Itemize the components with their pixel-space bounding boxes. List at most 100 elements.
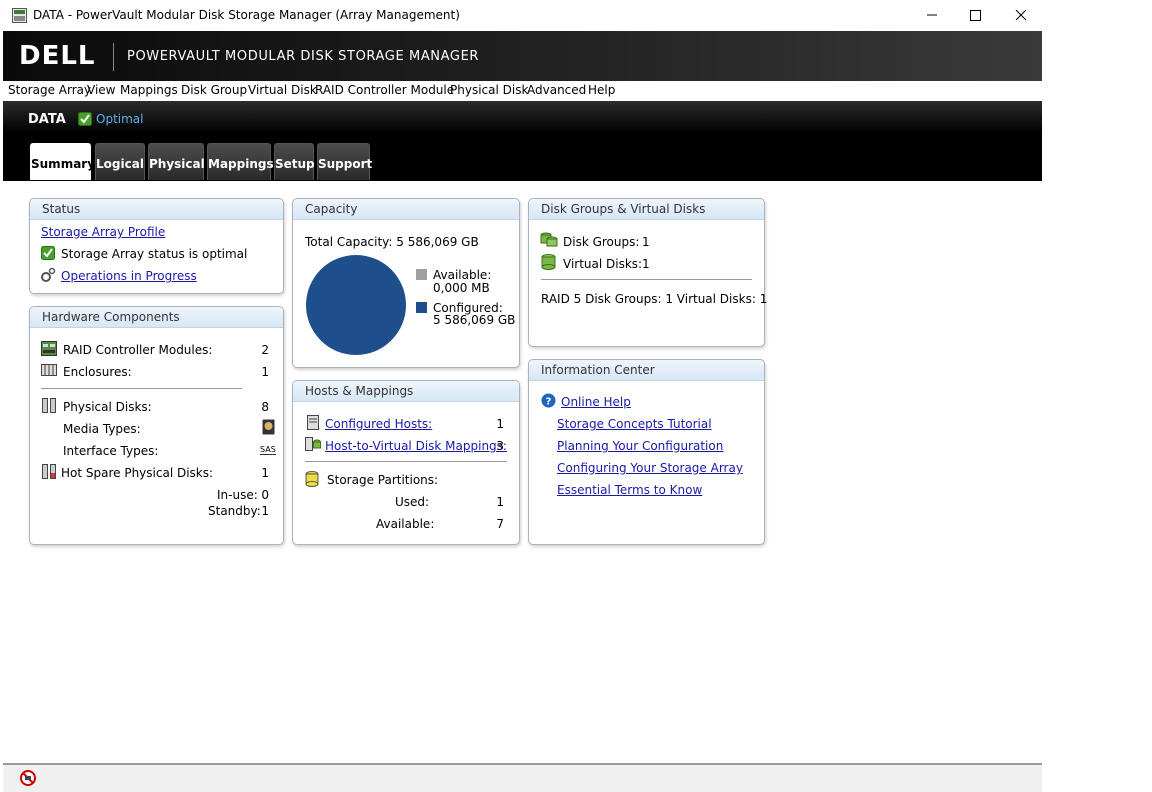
in-use-value: 0	[261, 488, 269, 502]
partitions-available-value: 7	[496, 517, 504, 531]
menu-help[interactable]: Help	[588, 83, 615, 97]
no-entry-icon[interactable]	[20, 770, 36, 786]
host-icon	[307, 415, 319, 430]
host-mappings-value: 3	[496, 439, 504, 453]
menu-advanced[interactable]: Advanced	[527, 83, 586, 97]
virtual-disk-icon	[541, 254, 556, 270]
hardware-panel-title: Hardware Components	[30, 307, 283, 328]
configured-value: 5 586,069 GB	[433, 313, 516, 327]
hardware-panel: Hardware Components RAID Controller Modu…	[29, 306, 284, 545]
configured-slice	[306, 255, 406, 355]
controllers-label: RAID Controller Modules:	[63, 343, 213, 357]
check-icon	[78, 112, 92, 126]
partition-icon	[305, 471, 319, 487]
gears-icon	[41, 267, 56, 282]
mapping-icon	[305, 437, 321, 451]
tab-physical[interactable]: Physical	[148, 143, 205, 180]
disk-groups-panel: Disk Groups & Virtual Disks Disk Groups:…	[528, 198, 768, 347]
disk-groups-value: 1	[642, 235, 650, 249]
storage-concepts-tutorial-link[interactable]: Storage Concepts Tutorial	[557, 417, 712, 431]
status-text: Storage Array status is optimal	[61, 247, 248, 261]
storage-array-profile-link[interactable]: Storage Array Profile	[41, 225, 165, 239]
configuring-storage-array-link[interactable]: Configuring Your Storage Array	[557, 461, 743, 475]
host-mappings-link[interactable]: Host-to-Virtual Disk Mappings:	[325, 439, 507, 453]
array-status: Optimal	[96, 112, 144, 126]
minimize-icon	[927, 14, 937, 16]
tab-summary[interactable]: Summary	[30, 143, 95, 180]
product-title: POWERVAULT MODULAR DISK STORAGE MANAGER	[127, 49, 480, 64]
menu-virtual-disk[interactable]: Virtual Disk	[248, 83, 317, 97]
menu-disk-group[interactable]: Disk Group	[181, 83, 247, 97]
tab-support[interactable]: Support	[317, 143, 372, 180]
maximize-button[interactable]	[960, 4, 990, 26]
hosts-mappings-panel: Hosts & Mappings Configured Hosts: 1 Hos…	[292, 380, 520, 545]
status-bar	[3, 763, 1042, 792]
hosts-panel-title: Hosts & Mappings	[293, 381, 519, 402]
dell-banner: DELL POWERVAULT MODULAR DISK STORAGE MAN…	[3, 31, 1042, 81]
tab-setup[interactable]: Setup	[274, 143, 315, 180]
physical-disks-label: Physical Disks:	[63, 400, 152, 414]
minimize-button[interactable]	[917, 4, 947, 26]
virtual-disks-label: Virtual Disks:	[563, 257, 643, 271]
disk-groups-panel-title: Disk Groups & Virtual Disks	[529, 199, 764, 220]
close-button[interactable]	[1006, 4, 1036, 26]
divider	[541, 279, 752, 280]
menu-raid-controller-module[interactable]: RAID Controller Module	[315, 83, 454, 97]
essential-terms-link[interactable]: Essential Terms to Know	[557, 483, 702, 497]
raid5-summary: RAID 5 Disk Groups: 1 Virtual Disks: 1	[541, 292, 768, 306]
total-capacity: Total Capacity: 5 586,069 GB	[305, 235, 479, 249]
available-label: Available:	[433, 268, 492, 282]
used-label: Used:	[395, 495, 430, 509]
divider	[41, 388, 242, 389]
info-panel-title: Information Center	[529, 360, 764, 381]
media-types-label: Media Types:	[63, 422, 141, 436]
title-bar: DATA - PowerVault Modular Disk Storage M…	[0, 0, 1042, 31]
array-name: DATA	[28, 112, 66, 127]
configured-legend-swatch	[416, 302, 427, 313]
app-icon	[12, 8, 27, 23]
array-header: DATA Optimal Summary Logical Physical Ma…	[3, 101, 1042, 181]
tab-mappings[interactable]: Mappings	[207, 143, 274, 180]
enclosure-icon	[41, 364, 57, 376]
status-panel-title: Status	[30, 199, 283, 220]
window-title: DATA - PowerVault Modular Disk Storage M…	[33, 8, 460, 22]
hot-spare-value: 1	[261, 466, 269, 480]
divider	[305, 461, 507, 462]
check-icon	[41, 246, 55, 260]
media-disk-icon	[262, 419, 275, 435]
dell-logo: DELL	[19, 41, 96, 71]
menu-bar: Storage Array View Mappings Disk Group V…	[3, 81, 1042, 102]
information-center-panel: Information Center ? Online Help Storage…	[528, 359, 765, 545]
partitions-available-label: Available:	[376, 517, 435, 531]
virtual-disks-value: 1	[642, 257, 650, 271]
capacity-pie-chart	[306, 255, 406, 355]
physical-disk-icon	[42, 398, 56, 413]
status-panel: Status Storage Array Profile Storage Arr…	[29, 198, 284, 294]
menu-physical-disk[interactable]: Physical Disk	[450, 83, 528, 97]
menu-mappings[interactable]: Mappings	[120, 83, 178, 97]
online-help-link[interactable]: Online Help	[561, 395, 631, 409]
hot-spare-label: Hot Spare Physical Disks:	[61, 466, 214, 480]
capacity-panel: Capacity Total Capacity: 5 586,069 GB Av…	[292, 198, 520, 368]
svg-text:?: ?	[546, 397, 552, 408]
menu-storage-array[interactable]: Storage Array	[8, 83, 91, 97]
physical-disks-value: 8	[261, 400, 269, 414]
storage-partitions-label: Storage Partitions:	[327, 473, 439, 487]
available-legend-swatch	[416, 269, 427, 280]
operations-in-progress-link[interactable]: Operations in Progress	[61, 269, 197, 283]
menu-view[interactable]: View	[87, 83, 115, 97]
interface-types-label: Interface Types:	[63, 444, 159, 458]
banner-divider	[113, 43, 114, 71]
controllers-value: 2	[261, 343, 269, 357]
standby-value: 1	[261, 504, 269, 518]
configured-hosts-link[interactable]: Configured Hosts:	[325, 417, 432, 431]
configured-hosts-value: 1	[496, 417, 504, 431]
planning-configuration-link[interactable]: Planning Your Configuration	[557, 439, 723, 453]
disk-group-icon	[540, 232, 558, 247]
used-value: 1	[496, 495, 504, 509]
hot-spare-icon	[42, 464, 56, 479]
disk-groups-label: Disk Groups:	[563, 235, 640, 249]
enclosures-label: Enclosures:	[63, 365, 132, 379]
controller-icon	[41, 341, 57, 356]
tab-logical[interactable]: Logical	[95, 143, 145, 180]
